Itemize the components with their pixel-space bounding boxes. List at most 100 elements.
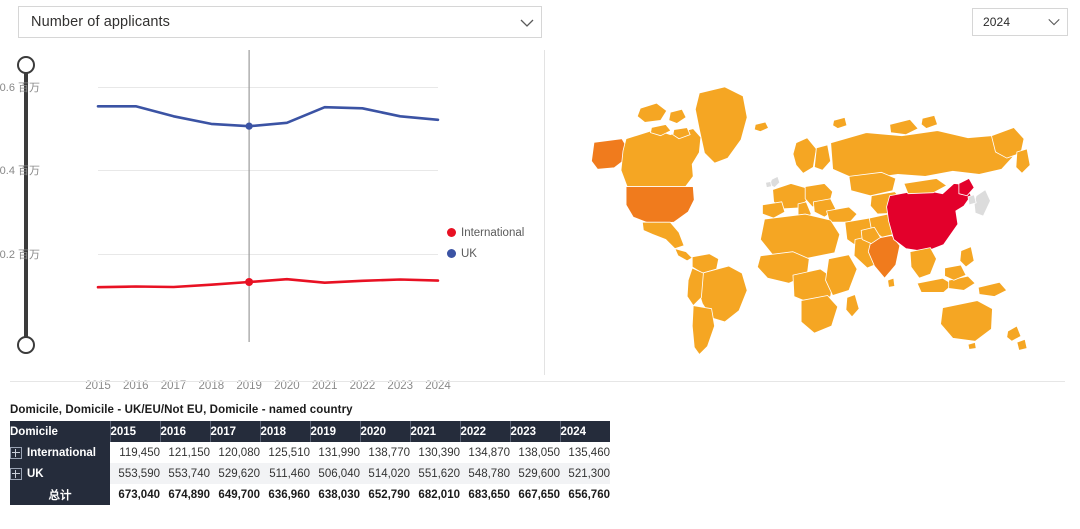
- cell-international-2024[interactable]: 135,460: [560, 442, 610, 463]
- map-region-novaya[interactable]: [920, 114, 938, 129]
- column-header-2024[interactable]: 2024: [560, 421, 610, 442]
- table-row[interactable]: International 119,450 121,150 120,080 125,51…: [10, 442, 610, 463]
- map-region-centam[interactable]: [674, 248, 693, 262]
- column-header-2018[interactable]: 2018: [260, 421, 311, 442]
- series-line-international[interactable]: [96, 277, 440, 289]
- map-region-n-africa[interactable]: [759, 213, 841, 260]
- map-region-nz-1[interactable]: [1006, 325, 1022, 342]
- slider-handle-bottom[interactable]: [17, 336, 35, 354]
- cell-international-2020[interactable]: 138,770: [360, 442, 410, 463]
- metric-dropdown[interactable]: Number of applicants: [18, 6, 542, 38]
- map-region-argentina-chile[interactable]: [691, 305, 716, 355]
- cell-uk-2022[interactable]: 548,780: [460, 463, 510, 484]
- column-header-2016[interactable]: 2016: [160, 421, 211, 442]
- legend-item-international[interactable]: International: [447, 222, 524, 243]
- cell-total-2015: 673,040: [110, 484, 160, 505]
- column-header-2022[interactable]: 2022: [460, 421, 511, 442]
- panel-divider-vertical: [544, 50, 545, 375]
- map-region-mexico[interactable]: [641, 221, 685, 250]
- map-region-ireland[interactable]: [765, 181, 773, 188]
- world-choropleth-map[interactable]: [566, 42, 1080, 380]
- cell-total-2020: 652,790: [360, 484, 410, 505]
- year-dropdown-value: 2024: [983, 15, 1011, 29]
- table-row[interactable]: UK 553,590 553,740 529,620 511,460 506,040 514…: [10, 463, 610, 484]
- map-region-sea-mainland[interactable]: [909, 247, 937, 279]
- cell-uk-2018[interactable]: 511,460: [260, 463, 310, 484]
- map-region-nekorea[interactable]: [958, 178, 975, 197]
- cell-uk-2017[interactable]: 529,620: [210, 463, 260, 484]
- cell-uk-2019[interactable]: 506,040: [310, 463, 360, 484]
- map-region-nz-2[interactable]: [1016, 338, 1028, 351]
- slider-handle-top[interactable]: [17, 56, 35, 74]
- row-label-international[interactable]: International: [10, 442, 110, 463]
- data-point-marker-international[interactable]: [245, 278, 254, 287]
- map-region-indonesia-1[interactable]: [916, 277, 954, 293]
- map-region-kamchatka[interactable]: [1015, 148, 1031, 174]
- cell-international-2017[interactable]: 120,080: [210, 442, 260, 463]
- map-region-e-africa[interactable]: [825, 254, 858, 296]
- map-region-sri-lanka[interactable]: [887, 277, 896, 288]
- cell-international-2015[interactable]: 119,450: [110, 442, 160, 463]
- slider-track[interactable]: [24, 64, 28, 346]
- map-region-usa[interactable]: [625, 186, 695, 225]
- cell-international-2023[interactable]: 138,050: [510, 442, 560, 463]
- year-dropdown[interactable]: 2024: [972, 8, 1068, 36]
- column-header-2021[interactable]: 2021: [410, 421, 461, 442]
- map-region-canada[interactable]: [620, 128, 702, 193]
- dashboard-root: Number of applicants 2024 0.6 百万 0.4 百万 …: [0, 0, 1080, 529]
- map-region-scandinavia[interactable]: [792, 137, 817, 174]
- legend-item-uk[interactable]: UK: [447, 243, 524, 264]
- world-map-panel[interactable]: [566, 42, 1080, 380]
- map-region-arctic-isl-1[interactable]: [636, 102, 668, 123]
- chevron-down-icon: [519, 15, 534, 29]
- map-region-philippines[interactable]: [959, 246, 975, 268]
- vertical-range-slider[interactable]: [17, 56, 35, 354]
- map-region-arctic-isl-2[interactable]: [668, 108, 687, 124]
- cell-uk-2023[interactable]: 529,600: [510, 463, 560, 484]
- map-region-siberia-n[interactable]: [889, 118, 919, 136]
- cell-uk-2020[interactable]: 514,020: [360, 463, 410, 484]
- cell-uk-2024[interactable]: 521,300: [560, 463, 610, 484]
- cell-uk-2016[interactable]: 553,740: [160, 463, 210, 484]
- map-region-finland-balt[interactable]: [813, 144, 832, 171]
- map-region-sekorea[interactable]: [967, 194, 977, 206]
- map-region-tasmania[interactable]: [967, 341, 977, 350]
- cell-total-2022: 683,650: [460, 484, 510, 505]
- line-chart-panel: 0.6 百万 0.4 百万 0.2 百万 2015 2016 2017 2018 201…: [0, 42, 545, 392]
- map-region-australia[interactable]: [940, 300, 993, 342]
- cell-total-2023: 667,650: [510, 484, 560, 505]
- cell-international-2022[interactable]: 134,870: [460, 442, 510, 463]
- metric-dropdown-value: Number of applicants: [31, 14, 171, 30]
- row-label-uk[interactable]: UK: [10, 463, 110, 484]
- cell-international-2021[interactable]: 130,390: [410, 442, 460, 463]
- map-region-iberia[interactable]: [762, 201, 786, 219]
- cell-uk-2015[interactable]: 553,590: [110, 463, 160, 484]
- data-point-marker-uk[interactable]: [245, 122, 253, 130]
- cell-international-2018[interactable]: 125,510: [260, 442, 310, 463]
- map-region-madagascar[interactable]: [845, 294, 860, 318]
- expand-plus-icon[interactable]: [10, 467, 22, 480]
- column-header-2015[interactable]: 2015: [110, 421, 161, 442]
- map-region-s-africa[interactable]: [800, 295, 839, 334]
- column-header-2020[interactable]: 2020: [360, 421, 411, 442]
- map-region-china[interactable]: [886, 183, 972, 253]
- map-region-russia[interactable]: [830, 130, 1014, 179]
- column-header-2019[interactable]: 2019: [310, 421, 361, 442]
- map-region-greenland[interactable]: [694, 86, 748, 164]
- map-region-kazakh[interactable]: [848, 171, 897, 197]
- series-line-uk[interactable]: [96, 105, 440, 128]
- column-header-2017[interactable]: 2017: [210, 421, 261, 442]
- map-region-mongolia[interactable]: [903, 178, 948, 195]
- cell-international-2019[interactable]: 131,990: [310, 442, 360, 463]
- cell-international-2016[interactable]: 121,150: [160, 442, 210, 463]
- cell-total-2021: 682,010: [410, 484, 460, 505]
- expand-plus-icon[interactable]: [10, 446, 22, 459]
- map-region-svalbard[interactable]: [832, 116, 848, 129]
- column-header-2023[interactable]: 2023: [510, 421, 561, 442]
- column-header-domicile[interactable]: Domicile: [10, 421, 111, 442]
- map-region-png[interactable]: [977, 281, 1008, 297]
- cell-total-2018: 636,960: [260, 484, 310, 505]
- cell-uk-2021[interactable]: 551,620: [410, 463, 460, 484]
- map-region-iceland[interactable]: [753, 121, 769, 133]
- table-header-row: Domicile 2015 2016 2017 2018 2019 2020 2…: [10, 421, 610, 442]
